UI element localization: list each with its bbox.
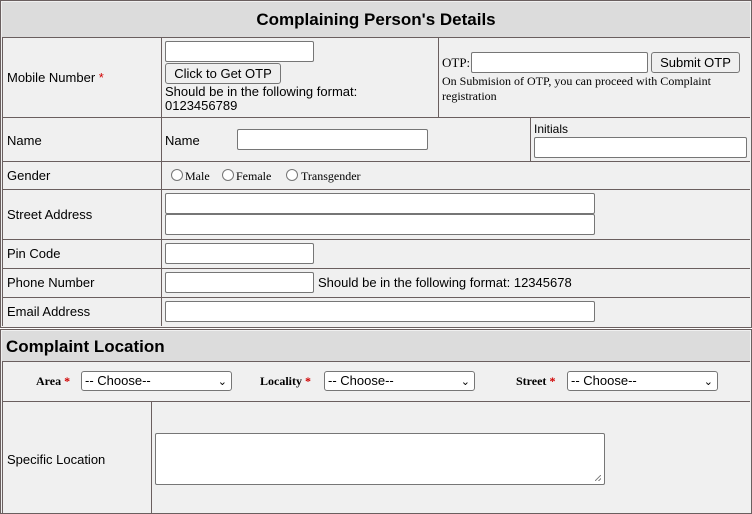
resize-grip-icon[interactable] — [595, 475, 601, 481]
gender-label-cell: Gender — [2, 161, 161, 189]
gender-options-cell: Male Female Transgender — [161, 161, 750, 189]
section1-header: Complaining Person's Details — [2, 2, 750, 37]
phone-format-hint: Should be in the following format: 12345… — [318, 275, 572, 290]
required-marker: * — [549, 374, 556, 388]
name-label-cell: Name — [2, 117, 161, 161]
required-marker: * — [64, 374, 71, 388]
name-input[interactable] — [237, 129, 428, 150]
mobile-format-hint: Should be in the following format: — [165, 84, 358, 99]
phone-number-label: Phone Number — [7, 275, 95, 290]
location-select-row: Area * -- Choose-- ⌄ Locality * -- Choos… — [2, 361, 750, 401]
street-address-label: Street Address — [7, 207, 93, 222]
locality-label-text: Locality — [260, 374, 302, 388]
gender-female-label: Female — [236, 169, 272, 183]
otp-label: OTP: — [442, 55, 471, 70]
email-label-cell: Email Address — [2, 297, 161, 326]
locality-selected-value: -- Choose-- — [328, 373, 394, 388]
specific-location-label-cell: Specific Location — [2, 401, 151, 513]
pin-code-label: Pin Code — [7, 246, 61, 261]
locality-select[interactable]: -- Choose-- ⌄ — [324, 371, 475, 391]
section2-header: Complaint Location — [2, 331, 750, 361]
email-input-cell — [161, 297, 750, 326]
specific-location-label: Specific Location — [7, 452, 106, 467]
section1-title: Complaining Person's Details — [256, 10, 496, 29]
required-marker: * — [305, 374, 311, 388]
street-input-cell — [161, 189, 750, 239]
locality-label: Locality * — [260, 374, 311, 389]
mobile-label: Mobile Number * — [7, 70, 104, 85]
otp-note-line1: On Submision of OTP, you can proceed wit… — [442, 74, 711, 88]
mobile-input-cell: Click to Get OTP Should be in the follow… — [161, 37, 438, 117]
submit-otp-button[interactable]: Submit OTP — [651, 52, 740, 73]
phone-number-input[interactable] — [165, 272, 314, 293]
chevron-down-icon: ⌄ — [217, 376, 227, 388]
gender-label: Gender — [7, 168, 51, 183]
street-select[interactable]: -- Choose-- ⌄ — [567, 371, 718, 391]
email-address-label: Email Address — [7, 304, 91, 319]
section2-title: Complaint Location — [6, 337, 165, 356]
otp-cell: OTP: Submit OTP On Submision of OTP, you… — [438, 37, 750, 117]
name-inner-label: Name — [165, 133, 200, 148]
specific-location-textarea[interactable] — [155, 433, 605, 485]
mobile-label-text: Mobile Number — [7, 70, 96, 85]
street-select-label-text: Street — [516, 374, 547, 388]
area-selected-value: -- Choose-- — [85, 373, 151, 388]
pin-input-cell — [161, 239, 750, 268]
otp-note-line2: registration — [442, 89, 497, 103]
initials-input[interactable] — [534, 137, 747, 158]
street-select-label: Street * — [516, 374, 555, 389]
initials-label: Initials — [534, 122, 569, 136]
mobile-label-cell: Mobile Number * — [2, 37, 161, 117]
gender-transgender-label: Transgender — [301, 169, 361, 183]
otp-input[interactable] — [471, 52, 648, 73]
chevron-down-icon: ⌄ — [703, 376, 713, 388]
street-label-cell: Street Address — [2, 189, 161, 239]
name-input-cell: Name — [161, 117, 530, 161]
street-selected-value: -- Choose-- — [571, 373, 637, 388]
mobile-format-example: 0123456789 — [165, 98, 238, 113]
gender-male-label: Male — [185, 169, 210, 183]
gender-male-radio[interactable] — [171, 169, 183, 181]
initials-cell: Initials — [530, 117, 750, 161]
pin-label-cell: Pin Code — [2, 239, 161, 268]
get-otp-button[interactable]: Click to Get OTP — [165, 63, 281, 84]
required-marker: * — [98, 70, 104, 85]
chevron-down-icon: ⌄ — [460, 376, 470, 388]
area-label-text: Area — [36, 374, 62, 388]
phone-label-cell: Phone Number — [2, 268, 161, 297]
specific-location-input-cell — [151, 401, 750, 513]
gender-female-radio[interactable] — [222, 169, 234, 181]
street-address-line1-input[interactable] — [165, 193, 595, 214]
email-address-input[interactable] — [165, 301, 595, 322]
mobile-number-input[interactable] — [165, 41, 314, 62]
pin-code-input[interactable] — [165, 243, 314, 264]
name-label: Name — [7, 133, 42, 148]
street-address-line2-input[interactable] — [165, 214, 595, 235]
area-label: Area * — [36, 374, 70, 389]
area-select[interactable]: -- Choose-- ⌄ — [81, 371, 232, 391]
phone-input-cell: Should be in the following format: 12345… — [161, 268, 750, 297]
gender-transgender-radio[interactable] — [286, 169, 298, 181]
